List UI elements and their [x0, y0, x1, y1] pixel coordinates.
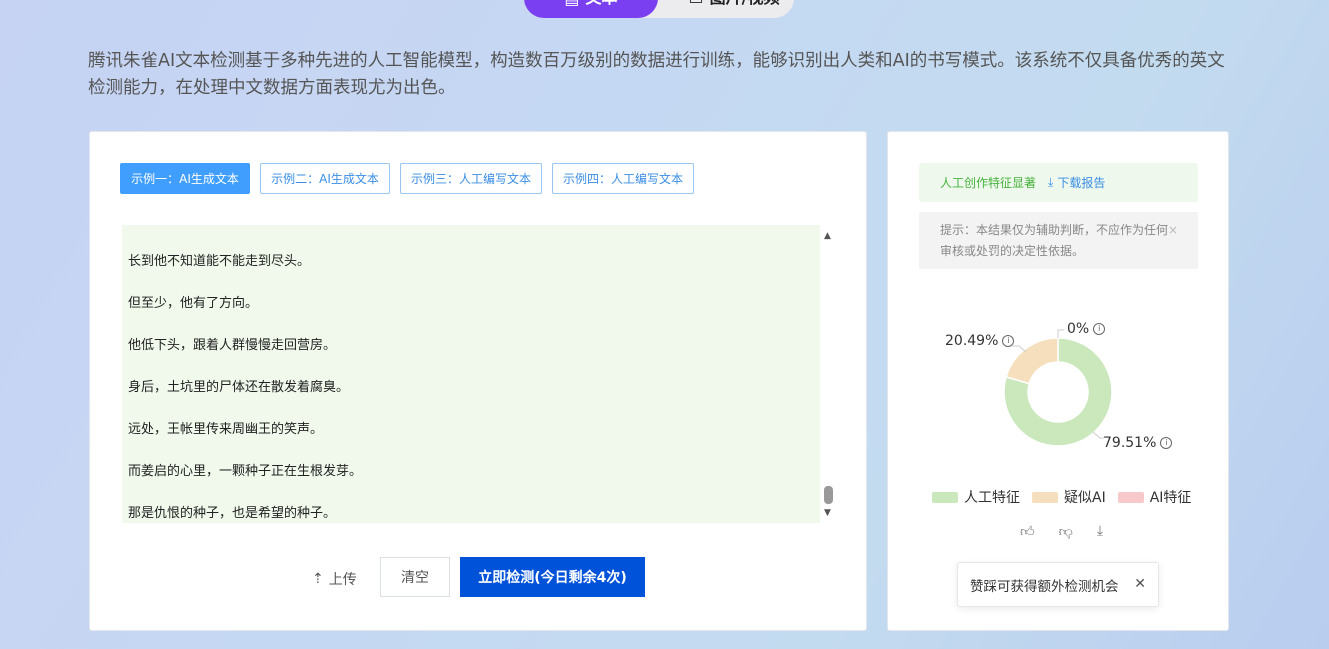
example-1-button[interactable]: 示例一：AI生成文本: [120, 163, 250, 194]
feedback-row: 👍︎ 👎︎ ⤓: [1020, 523, 1103, 540]
text-line: 远处，王帐里传来周幽王的笑声。: [128, 422, 324, 437]
result-label: 人工创作特征显著: [940, 176, 1037, 190]
tab-image-video[interactable]: ▭ 图片/视频: [674, 0, 794, 18]
legend-swatch: [932, 491, 958, 503]
result-card: 人工创作特征显著 ⤓ 下载报告 提示：本结果仅为辅助判断，不应作为任何审核或处罚…: [887, 131, 1229, 631]
tab-text[interactable]: ▤ 文本: [524, 0, 658, 18]
legend-label: 疑似AI: [1064, 490, 1106, 506]
text-line: 身后，土坑里的尸体还在散发着腐臭。: [128, 380, 350, 395]
document-icon: ▤: [564, 0, 579, 8]
text-line: 他低下头，跟着人群慢慢走回营房。: [128, 338, 337, 353]
chart-legend: 人工特征 疑似AI AI特征: [932, 487, 1191, 507]
upload-button[interactable]: ⇡ 上传: [312, 569, 357, 589]
info-icon[interactable]: i: [1160, 437, 1173, 449]
legend-ai[interactable]: AI特征: [1117, 487, 1192, 507]
hint-text: 提示：本结果仅为辅助判断，不应作为任何审核或处罚的决定性依据。: [940, 223, 1169, 258]
detect-button[interactable]: 立即检测(今日剩余4次): [460, 557, 645, 597]
text-line: 长到他不知道能不能走到尽头。: [128, 254, 311, 269]
text-line: 而姜启的心里，一颗种子正在生根发芽。: [128, 464, 363, 479]
thumbs-up-icon[interactable]: 👍︎: [1020, 523, 1035, 540]
tab-text-label: 文本: [586, 0, 618, 8]
human-pct-value: 79.51%: [1103, 435, 1157, 451]
scrollbar-thumb[interactable]: [824, 486, 833, 504]
example-3-button[interactable]: 示例三：人工编写文本: [400, 163, 542, 194]
example-4-button[interactable]: 示例四：人工编写文本: [552, 163, 694, 194]
human-pct-label: 79.51% i: [1103, 435, 1173, 451]
mode-tabs: ▤ 文本 ▭ 图片/视频: [524, 0, 794, 18]
download-icon[interactable]: ⤓: [1097, 523, 1103, 540]
ai-pct-label: 0% i: [1067, 321, 1106, 337]
upload-icon: ⇡: [312, 571, 324, 587]
download-icon: ⤓: [1048, 175, 1054, 189]
legend-label: 人工特征: [964, 490, 1020, 506]
hint-box: 提示：本结果仅为辅助判断，不应作为任何审核或处罚的决定性依据。 ×: [919, 212, 1198, 269]
suspected-ai-pct-label: 20.49% i: [945, 333, 1015, 349]
text-line: 那是仇恨的种子，也是希望的种子。: [128, 506, 337, 521]
description: 腾讯朱雀AI文本检测基于多种先进的人工智能模型，构造数百万级别的数据进行训练，能…: [88, 51, 1225, 98]
scroll-down-arrow[interactable]: ▼: [824, 508, 831, 518]
result-banner: 人工创作特征显著 ⤓ 下载报告: [919, 163, 1198, 202]
scroll-up-arrow[interactable]: ▲: [824, 231, 831, 241]
toast: 赞踩可获得额外检测机会 ✕: [957, 562, 1159, 607]
download-label: 下载报告: [1057, 176, 1106, 190]
clear-button[interactable]: 清空: [380, 557, 450, 597]
legend-human[interactable]: 人工特征: [932, 487, 1020, 507]
legend-swatch: [1117, 491, 1144, 503]
image-icon: ▭: [689, 0, 704, 8]
result-chart: 79.51% i 20.49% i 0% i: [888, 302, 1230, 462]
upload-label: 上传: [328, 572, 357, 588]
suspected-ai-pct-value: 20.49%: [945, 333, 999, 349]
legend-suspected-ai[interactable]: 疑似AI: [1032, 487, 1106, 507]
toast-message: 赞踩可获得额外检测机会: [970, 578, 1119, 595]
download-report-link[interactable]: ⤓ 下载报告: [1048, 174, 1105, 191]
legend-label: AI特征: [1149, 490, 1192, 506]
tab-image-video-label: 图片/视频: [710, 0, 780, 8]
input-card: 示例一：AI生成文本 示例二：AI生成文本 示例三：人工编写文本 示例四：人工编…: [89, 131, 867, 631]
close-icon[interactable]: ✕: [1134, 576, 1146, 592]
info-icon[interactable]: i: [1002, 335, 1015, 347]
leader-line: [1057, 329, 1064, 338]
legend-swatch: [1032, 491, 1058, 503]
example-2-button[interactable]: 示例二：AI生成文本: [260, 163, 390, 194]
text-input[interactable]: 长到他不知道能不能走到尽头。 但至少，他有了方向。 他低下头，跟着人群慢慢走回营…: [122, 225, 820, 523]
close-icon[interactable]: ×: [1168, 220, 1178, 241]
thumbs-down-icon[interactable]: 👎︎: [1059, 523, 1073, 540]
info-icon[interactable]: i: [1093, 323, 1106, 335]
donut-chart: [1003, 329, 1113, 447]
text-line: 但至少，他有了方向。: [128, 296, 259, 311]
ai-pct-value: 0%: [1067, 321, 1090, 337]
